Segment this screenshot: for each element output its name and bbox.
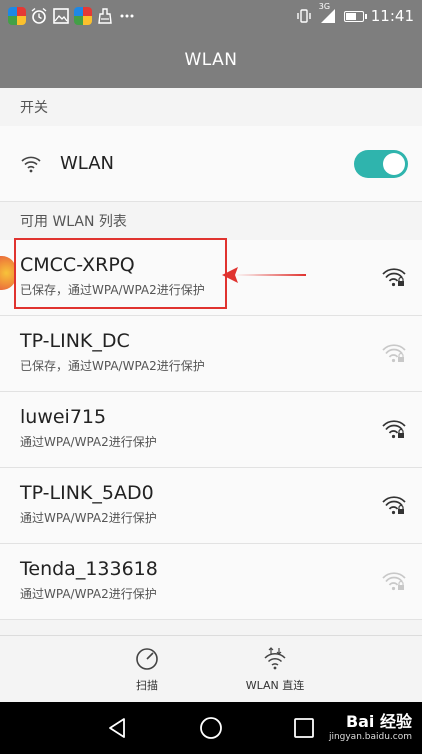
network-name: TP-LINK_DC <box>20 330 130 352</box>
vibrate-icon <box>297 9 311 23</box>
system-status: 3G 11:41 <box>296 2 414 25</box>
network-status: 通过WPA/WPA2进行保护 <box>20 587 157 601</box>
scan-button[interactable]: 扫描 <box>97 646 197 693</box>
status-time: 11:41 <box>370 7 414 25</box>
network-name: TP-LINK_5AD0 <box>20 482 154 504</box>
network-item[interactable]: luwei715 通过WPA/WPA2进行保护 <box>0 392 422 468</box>
browser-app-icon <box>8 7 26 25</box>
alarm-icon <box>31 7 47 24</box>
highlight-annotation-box <box>14 238 227 309</box>
more-notifications-icon <box>120 14 134 18</box>
wifi-locked-strong-icon <box>382 496 406 515</box>
battery-icon <box>343 10 367 22</box>
network-type-label: 3G <box>318 2 331 11</box>
wlan-label: WLAN <box>60 153 115 174</box>
wlan-toggle-row[interactable]: WLAN <box>0 126 422 202</box>
wifi-icon <box>21 156 41 172</box>
scan-icon <box>136 648 158 670</box>
network-item[interactable]: Tenda_133618 通过WPA/WPA2进行保护 <box>0 544 422 620</box>
network-item[interactable]: TP-LINK_DC 已保存，通过WPA/WPA2进行保护 <box>0 316 422 392</box>
recent-apps-icon[interactable] <box>293 717 315 739</box>
notification-icons <box>8 7 136 25</box>
browser-app-icon <box>74 7 92 25</box>
network-name: Tenda_133618 <box>20 558 158 580</box>
network-item[interactable]: TP-LINK_5AD0 通过WPA/WPA2进行保护 <box>0 468 422 544</box>
network-status: 通过WPA/WPA2进行保护 <box>20 511 157 525</box>
wifi-locked-strong-icon <box>382 420 406 439</box>
page-title: WLAN <box>184 50 238 70</box>
network-name: luwei715 <box>20 406 107 428</box>
cleaner-icon <box>98 8 112 24</box>
toggle-knob <box>383 153 405 175</box>
wifi-locked-weak-icon <box>382 572 406 591</box>
home-icon[interactable] <box>199 716 223 740</box>
wifi-locked-strong-icon <box>382 268 406 287</box>
network-status: 通过WPA/WPA2进行保护 <box>20 435 157 449</box>
navigation-bar: Bai 经验 jingyan.baidu.com <box>0 702 422 754</box>
network-status: 已保存，通过WPA/WPA2进行保护 <box>20 359 205 373</box>
scan-label: 扫描 <box>136 679 158 692</box>
watermark-url: jingyan.baidu.com <box>328 732 412 742</box>
gallery-icon <box>53 8 69 24</box>
baidu-watermark: Bai 经验 jingyan.baidu.com <box>329 708 412 742</box>
network-list-header: 可用 WLAN 列表 <box>0 202 422 240</box>
switch-section-header: 开关 <box>0 88 422 126</box>
bottom-action-bar: 扫描 WLAN 直连 <box>0 635 422 702</box>
watermark-logo: Bai 经验 <box>345 712 412 731</box>
wlan-toggle-switch[interactable] <box>354 150 408 178</box>
status-bar: 3G 11:41 <box>0 0 422 32</box>
wifi-locked-weak-icon <box>382 344 406 363</box>
wlan-direct-icon <box>264 647 286 670</box>
wlan-direct-label: WLAN 直连 <box>245 679 305 692</box>
title-bar: WLAN <box>0 32 422 88</box>
wlan-direct-button[interactable]: WLAN 直连 <box>225 646 325 693</box>
back-icon[interactable] <box>106 716 128 740</box>
annotation-arrow-icon <box>222 267 306 283</box>
